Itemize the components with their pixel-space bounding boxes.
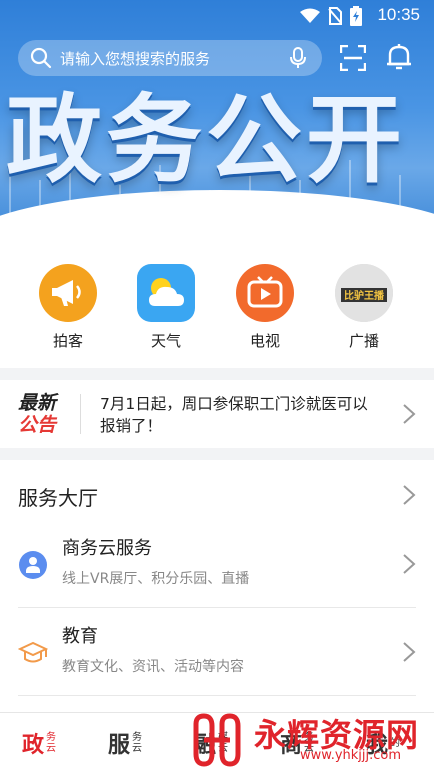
radio-logo-text: 比驴王播 (344, 289, 385, 302)
tab-gov-cloud[interactable]: 政 务云 (22, 725, 58, 761)
tab-service-cloud[interactable]: 服 务云 (108, 725, 144, 761)
chevron-right-icon (403, 404, 416, 424)
notice-tag: 最新 公告 (18, 392, 66, 436)
service-title: 商务云服务 (62, 538, 152, 559)
service-hall: 服务大厅 商务云服务 线上VR展厅、积分乐园、直播 教育 教育文化、资讯、活动等… (0, 460, 434, 720)
notice-text[interactable]: 7月1日起，周口参保职工门诊就医可以报销了！ (100, 393, 382, 437)
status-time: 10:35 (377, 5, 420, 24)
status-bar: 10:35 (0, 0, 434, 30)
chevron-right-icon[interactable] (402, 484, 416, 506)
tab-label: 服 (108, 733, 131, 758)
weather-sun-cloud-icon (137, 264, 195, 322)
app-weather[interactable]: 天气 (126, 264, 206, 351)
latest-notice[interactable]: 最新 公告 7月1日起，周口参保职工门诊就医可以报销了！ (0, 380, 434, 448)
tv-play-icon (236, 264, 294, 322)
divider (18, 695, 416, 696)
graduation-cap-icon (18, 641, 48, 663)
watermark: 永辉资源网 www.yhkjjj.com (188, 708, 434, 771)
banner-title: 政务公开 (6, 84, 406, 196)
quick-apps: 拍客 天气 电视 比驴王播 广播 (0, 240, 434, 368)
header-banner: 10:35 请输入您想搜索的服务 政务公开 (0, 0, 434, 240)
wifi-icon (300, 8, 320, 28)
megaphone-icon (39, 264, 97, 322)
service-item-commerce-cloud[interactable]: 商务云服务 线上VR展厅、积分乐园、直播 (0, 520, 434, 608)
app-paike[interactable]: 拍客 (28, 264, 108, 351)
service-item-education[interactable]: 教育 教育文化、资讯、活动等内容 (0, 608, 434, 696)
service-title: 教育 (62, 626, 98, 647)
battery-icon (350, 6, 362, 30)
watermark-logo-icon (193, 713, 241, 767)
watermark-url: www.yhkjjj.com (300, 748, 402, 763)
notice-tag-line2: 公告 (18, 414, 57, 436)
radio-broadcast-icon: 比驴王播 (335, 264, 393, 322)
app-label: 拍客 (52, 332, 83, 350)
chevron-right-icon (403, 642, 416, 662)
divider (80, 394, 81, 434)
no-sim-icon (328, 7, 342, 29)
user-badge-icon (19, 551, 47, 579)
notice-tag-line1: 最新 (18, 392, 57, 414)
tab-sublabel: 务云 (132, 732, 143, 754)
tab-sublabel: 务云 (46, 732, 57, 754)
app-label: 天气 (150, 332, 181, 350)
app-tv[interactable]: 电视 (225, 264, 305, 351)
tab-label: 政 (22, 733, 45, 758)
service-subtitle: 教育文化、资讯、活动等内容 (62, 659, 244, 675)
app-label: 广播 (348, 332, 379, 350)
service-subtitle: 线上VR展厅、积分乐园、直播 (62, 571, 250, 587)
service-hall-heading[interactable]: 服务大厅 (18, 482, 98, 511)
app-radio[interactable]: 比驴王播 广播 (324, 264, 404, 351)
app-label: 电视 (249, 332, 280, 350)
chevron-right-icon (403, 554, 416, 574)
